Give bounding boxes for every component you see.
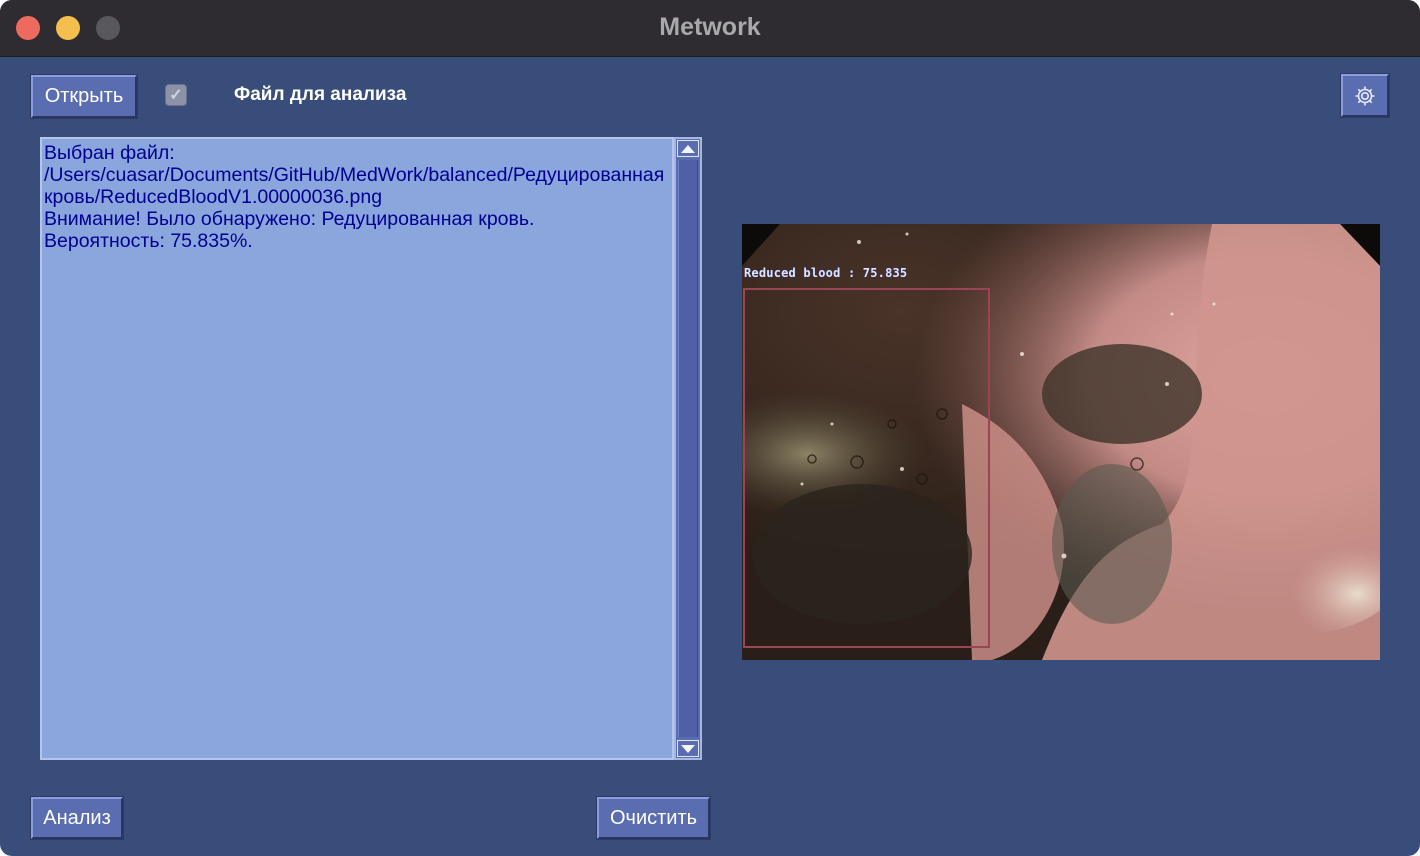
- detection-label: Reduced blood : 75.835: [744, 266, 908, 280]
- detection-bounding-box: [743, 288, 990, 648]
- gear-icon: [1355, 86, 1375, 105]
- open-button[interactable]: Открыть: [31, 75, 137, 118]
- endoscopy-image: Reduced blood : 75.835: [742, 224, 1380, 660]
- checkmark-icon: ✓: [169, 87, 183, 104]
- title-bar: Metwork: [0, 0, 1420, 57]
- triangle-down-icon: [681, 744, 695, 753]
- clear-button[interactable]: Очистить: [597, 797, 710, 839]
- result-scrollbar[interactable]: [674, 137, 702, 760]
- window-title: Metwork: [659, 13, 761, 41]
- app-window: Metwork Открыть ✓ Файл для анализа Выбра…: [0, 0, 1420, 856]
- scroll-up-button[interactable]: [677, 140, 699, 157]
- file-checkbox[interactable]: ✓: [165, 84, 187, 106]
- result-text-area[interactable]: Выбран файл: /Users/cuasar/Documents/Git…: [40, 137, 674, 760]
- scroll-track[interactable]: [678, 160, 698, 737]
- file-for-analysis-label: Файл для анализа: [234, 84, 407, 105]
- analyze-button[interactable]: Анализ: [31, 797, 123, 839]
- triangle-up-icon: [681, 144, 695, 153]
- scroll-down-button[interactable]: [677, 740, 699, 757]
- settings-button[interactable]: [1341, 74, 1389, 117]
